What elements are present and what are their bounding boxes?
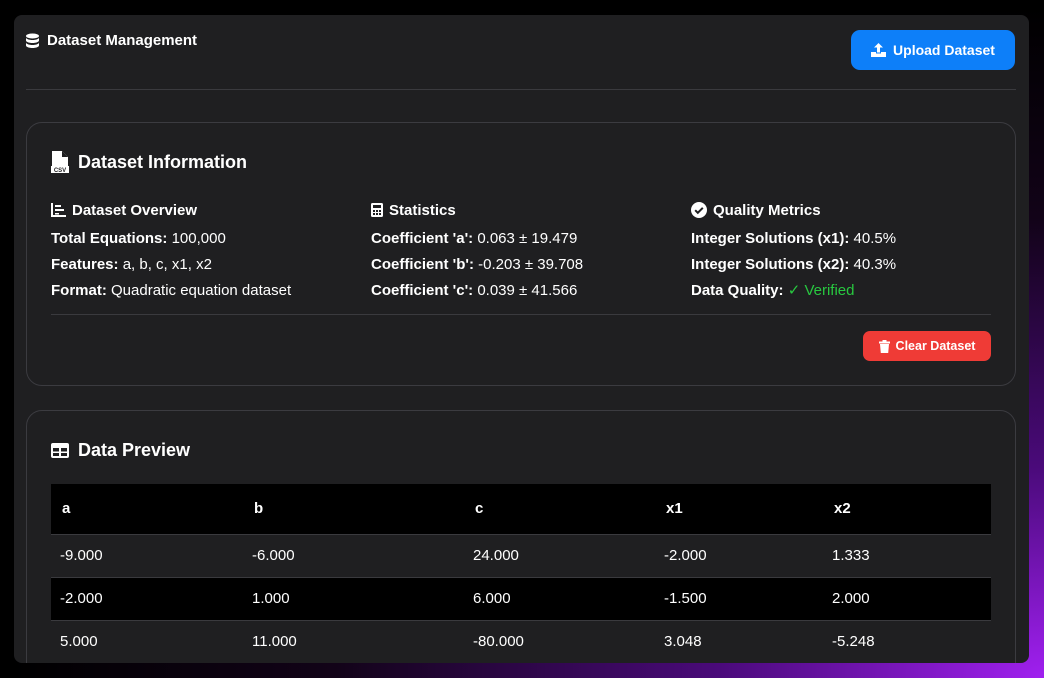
upload-dataset-button[interactable]: Upload Dataset [851,30,1015,70]
table-icon [51,443,69,458]
features-value: a, b, c, x1, x2 [122,256,212,273]
quality-heading-label: Quality Metrics [713,201,821,219]
coefficient-c-value: 0.039 ± 41.566 [477,282,578,299]
features-row: Features: a, b, c, x1, x2 [51,252,361,278]
table-cell: 6.000 [464,577,655,621]
table-cell: -1.500 [655,577,823,621]
coefficient-b-value: -0.203 ± 39.708 [478,256,584,273]
trash-icon [878,339,890,353]
dataset-info-card: CSV Dataset Information Dataset Overview [26,122,1016,386]
data-quality-row: Data Quality: ✓ Verified [691,278,1001,304]
quality-heading: Quality Metrics [691,201,1001,219]
overview-heading: Dataset Overview [51,201,361,219]
table-cell: 1.333 [823,534,991,578]
clear-dataset-button[interactable]: Clear Dataset [863,331,991,361]
format-label: Format: [51,282,107,299]
check-circle-icon [691,202,707,218]
dataset-info-heading: CSV Dataset Information [51,151,247,173]
calculator-icon [371,203,383,217]
dataset-info-title: Dataset Information [78,151,248,172]
table-row: 5.000 11.000 -80.000 3.048 -5.248 [51,620,991,663]
statistics-section: Statistics Coefficient 'a': 0.063 ± 19.4… [371,201,681,304]
total-equations-value: 100,000 [171,230,226,247]
table-cell: -2.000 [655,534,823,578]
column-header-b[interactable]: b [243,484,464,535]
total-equations-row: Total Equations: 100,000 [51,226,361,252]
statistics-heading: Statistics [371,201,681,219]
coefficient-c-row: Coefficient 'c': 0.039 ± 41.566 [371,278,681,304]
column-header-a[interactable]: a [51,484,243,535]
database-icon [25,33,40,49]
table-cell: -2.000 [51,577,243,621]
coefficient-a-value: 0.063 ± 19.479 [477,230,578,247]
integer-x2-label: Integer Solutions (x2): [691,256,850,273]
column-header-x1[interactable]: x1 [655,484,823,535]
format-row: Format: Quadratic equation dataset [51,278,361,304]
statistics-heading-label: Statistics [389,201,456,219]
table-cell: 11.000 [243,620,464,663]
column-header-c[interactable]: c [464,484,655,535]
column-header-x2[interactable]: x2 [823,484,991,535]
table-cell: 5.000 [51,620,243,663]
total-equations-label: Total Equations: [51,230,168,247]
data-preview-heading: Data Preview [51,440,190,461]
integer-x2-value: 40.3% [853,256,897,273]
data-preview-title: Data Preview [78,440,191,460]
integer-x1-row: Integer Solutions (x1): 40.5% [691,226,1001,252]
table-row: -9.000 -6.000 24.000 -2.000 1.333 [51,534,991,578]
clear-dataset-label: Clear Dataset [895,339,976,353]
format-value: Quadratic equation dataset [111,282,292,299]
table-cell: -80.000 [464,620,655,663]
integer-x2-row: Integer Solutions (x2): 40.3% [691,252,1001,278]
integer-x1-label: Integer Solutions (x1): [691,230,850,247]
panel-header: Dataset Management [25,32,197,49]
dataset-overview-section: Dataset Overview Total Equations: 100,00… [51,201,361,304]
table-row: -2.000 1.000 6.000 -1.500 2.000 [51,577,991,621]
coefficient-a-row: Coefficient 'a': 0.063 ± 19.479 [371,226,681,252]
features-label: Features: [51,256,119,273]
table-cell: 3.048 [655,620,823,663]
header-divider [26,89,1016,90]
table-header-row: a b c x1 x2 [51,484,991,535]
table-cell: -9.000 [51,534,243,578]
quality-metrics-section: Quality Metrics Integer Solutions (x1): … [691,201,1001,304]
coefficient-b-label: Coefficient 'b': [371,256,474,273]
table-cell: 2.000 [823,577,991,621]
coefficient-b-row: Coefficient 'b': -0.203 ± 39.708 [371,252,681,278]
data-preview-table: a b c x1 x2 -9.000 -6.000 24.000 -2.000 … [51,484,991,663]
coefficient-c-label: Coefficient 'c': [371,282,474,299]
upload-icon [871,43,887,57]
table-cell: -6.000 [243,534,464,578]
file-csv-icon: CSV [51,151,69,173]
page-title: Dataset Management [47,32,198,49]
integer-x1-value: 40.5% [853,230,897,247]
info-divider [51,314,991,315]
svg-text:CSV: CSV [54,168,66,173]
data-preview-card: Data Preview a b c x1 x2 -9.000 -6.000 2… [26,410,1016,663]
table-cell: 24.000 [464,534,655,578]
data-quality-status: ✓ Verified [787,282,855,299]
coefficient-a-label: Coefficient 'a': [371,230,474,247]
chart-list-icon [51,203,66,217]
dataset-management-panel: Dataset Management Upload Dataset CSV Da… [14,15,1029,663]
table-cell: -5.248 [823,620,991,663]
data-quality-label: Data Quality: [691,282,784,299]
overview-heading-label: Dataset Overview [72,201,198,219]
upload-dataset-label: Upload Dataset [893,42,995,58]
table-cell: 1.000 [243,577,464,621]
